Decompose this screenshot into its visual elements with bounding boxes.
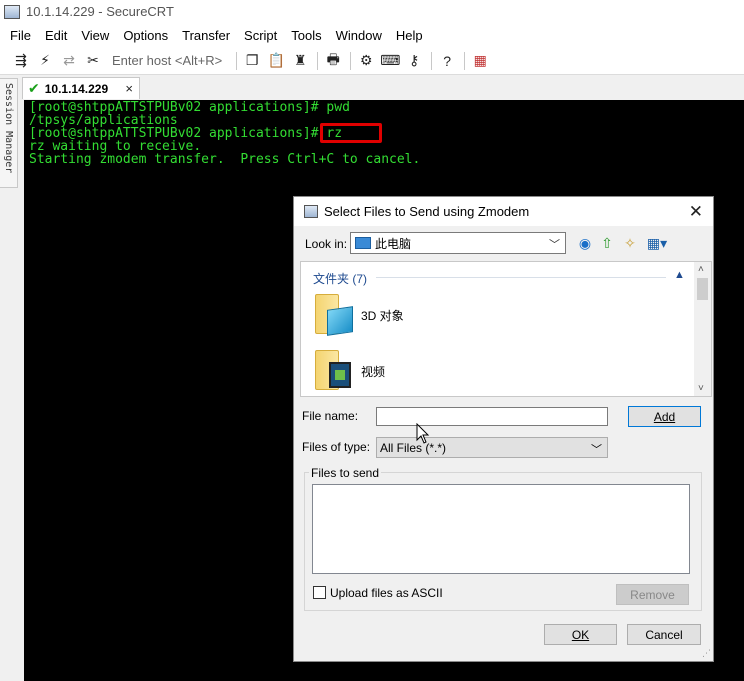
copy-icon[interactable]: ❐	[241, 50, 263, 72]
tab-session[interactable]: ✔ 10.1.14.229 ×	[22, 77, 140, 99]
chevron-down-icon: ﹀	[549, 239, 560, 251]
sftp-icon[interactable]: ▦	[469, 50, 491, 72]
files-of-type-value: All Files (*.*)	[380, 440, 447, 455]
this-pc-icon	[355, 237, 371, 249]
cancel-button-label: Cancel	[645, 627, 683, 642]
look-in-label: Look in:	[305, 237, 348, 251]
print-icon[interactable]: 🖶	[322, 50, 344, 72]
group-divider	[376, 277, 666, 278]
menu-options[interactable]: Options	[123, 28, 168, 43]
back-icon[interactable]: ◉	[576, 234, 594, 252]
menu-script[interactable]: Script	[244, 28, 277, 43]
tab-bar: ✔ 10.1.14.229 ×	[22, 77, 744, 99]
chevron-down-icon: ﹀	[591, 444, 602, 456]
up-folder-icon[interactable]: ⇧	[598, 234, 616, 252]
toolbar-separator	[317, 51, 319, 70]
find-icon[interactable]: ♜	[289, 50, 311, 72]
ok-button-label: OK	[571, 627, 590, 642]
tab-close-icon[interactable]: ×	[125, 81, 133, 96]
file-name: 视频	[361, 364, 386, 379]
look-in-select[interactable]: 此电脑 ﹀	[350, 232, 566, 254]
dialog-title: Select Files to Send using Zmodem	[324, 204, 530, 219]
look-in-value: 此电脑	[375, 236, 412, 251]
remove-button[interactable]: Remove	[616, 584, 689, 605]
menu-view[interactable]: View	[81, 28, 109, 43]
upload-ascii-label[interactable]: Upload files as ASCII	[330, 586, 443, 600]
help-icon[interactable]: ?	[436, 50, 458, 72]
collapse-group-icon[interactable]: ▲	[674, 269, 685, 281]
key-icon[interactable]: ⚷	[403, 50, 425, 72]
toolbar-separator	[236, 51, 238, 70]
menu-file[interactable]: File	[10, 28, 31, 43]
file-list[interactable]: 文件夹 (7) ▲ 3D 对象 视频 ˄ ˅	[300, 261, 712, 397]
toolbar-separator	[350, 51, 352, 70]
remove-button-label: Remove	[630, 587, 675, 602]
scroll-down-icon[interactable]: ˅	[698, 383, 704, 394]
toolbar-separator	[431, 51, 433, 70]
dialog-title-bar: Select Files to Send using Zmodem ✕	[294, 197, 713, 226]
files-of-type-label: Files of type:	[302, 440, 371, 454]
scroll-up-icon[interactable]: ˄	[698, 264, 704, 275]
new-folder-icon[interactable]: ✧	[621, 234, 639, 252]
scroll-thumb[interactable]	[697, 278, 708, 300]
dialog-close-icon[interactable]: ✕	[689, 202, 703, 222]
3d-objects-folder-icon	[315, 294, 353, 336]
zmodem-send-dialog: Select Files to Send using Zmodem ✕ Look…	[293, 196, 714, 662]
menu-tools[interactable]: Tools	[291, 28, 321, 43]
file-list-scrollbar[interactable]: ˄ ˅	[694, 262, 711, 396]
toolbar: ⇶ ⚡ ⇄ ✂ Enter host <Alt+R> ❐ 📋 ♜ 🖶 ⚙ ⌨ ⚷…	[0, 47, 744, 75]
title-bar: 10.1.14.229 - SecureCRT	[0, 0, 744, 23]
menu-edit[interactable]: Edit	[45, 28, 67, 43]
file-name-label: File name:	[302, 409, 359, 423]
menu-help[interactable]: Help	[396, 28, 423, 43]
add-button[interactable]: Add	[628, 406, 701, 427]
files-to-send-list[interactable]	[312, 484, 690, 574]
folders-group-header: 文件夹 (7)	[313, 270, 367, 287]
resize-grip-icon[interactable]: ⋰	[702, 648, 711, 659]
videos-folder-icon	[315, 350, 353, 392]
ok-button[interactable]: OK	[544, 624, 617, 645]
menu-transfer[interactable]: Transfer	[182, 28, 230, 43]
tab-label: 10.1.14.229	[44, 81, 109, 96]
session-manager-label: Session Manager	[3, 83, 14, 174]
terminal-line: Starting zmodem transfer. Press Ctrl+C t…	[29, 152, 421, 167]
upload-ascii-checkbox[interactable]	[313, 586, 326, 599]
window-title: 10.1.14.229 - SecureCRT	[26, 4, 174, 19]
file-name-input[interactable]	[376, 407, 608, 426]
rz-command-highlight	[320, 123, 382, 143]
file-name: 3D 对象	[361, 308, 404, 323]
connect-icon[interactable]: ⇶	[10, 50, 32, 72]
list-item-3d-objects[interactable]: 3D 对象	[315, 294, 404, 336]
view-menu-icon[interactable]: ▦▾	[644, 234, 670, 252]
quick-connect-host-input[interactable]: Enter host <Alt+R>	[112, 53, 222, 68]
folders-group-label: 文件夹 (7)	[313, 272, 368, 286]
files-to-send-label: Files to send	[309, 466, 382, 480]
menu-bar: File Edit View Options Transfer Script T…	[0, 23, 744, 47]
paste-icon[interactable]: 📋	[265, 50, 287, 72]
list-item-videos[interactable]: 视频	[315, 350, 385, 392]
settings-icon[interactable]: ⚙	[355, 50, 377, 72]
mouse-cursor-icon	[416, 423, 430, 444]
keymap-icon[interactable]: ⌨	[379, 50, 401, 72]
reconnect-icon[interactable]: ⇄	[58, 50, 80, 72]
connected-check-icon: ✔	[28, 80, 40, 96]
toolbar-separator	[464, 51, 466, 70]
securecrt-app-icon	[4, 4, 20, 19]
disconnect-icon[interactable]: ✂	[82, 50, 104, 72]
dialog-app-icon	[304, 205, 318, 218]
menu-window[interactable]: Window	[336, 28, 382, 43]
cancel-button[interactable]: Cancel	[627, 624, 701, 645]
files-of-type-select[interactable]: All Files (*.*) ﹀	[376, 437, 608, 458]
session-manager-tab[interactable]: Session Manager	[0, 78, 18, 188]
add-button-label: Add	[653, 409, 676, 424]
lightning-icon[interactable]: ⚡	[34, 50, 56, 72]
